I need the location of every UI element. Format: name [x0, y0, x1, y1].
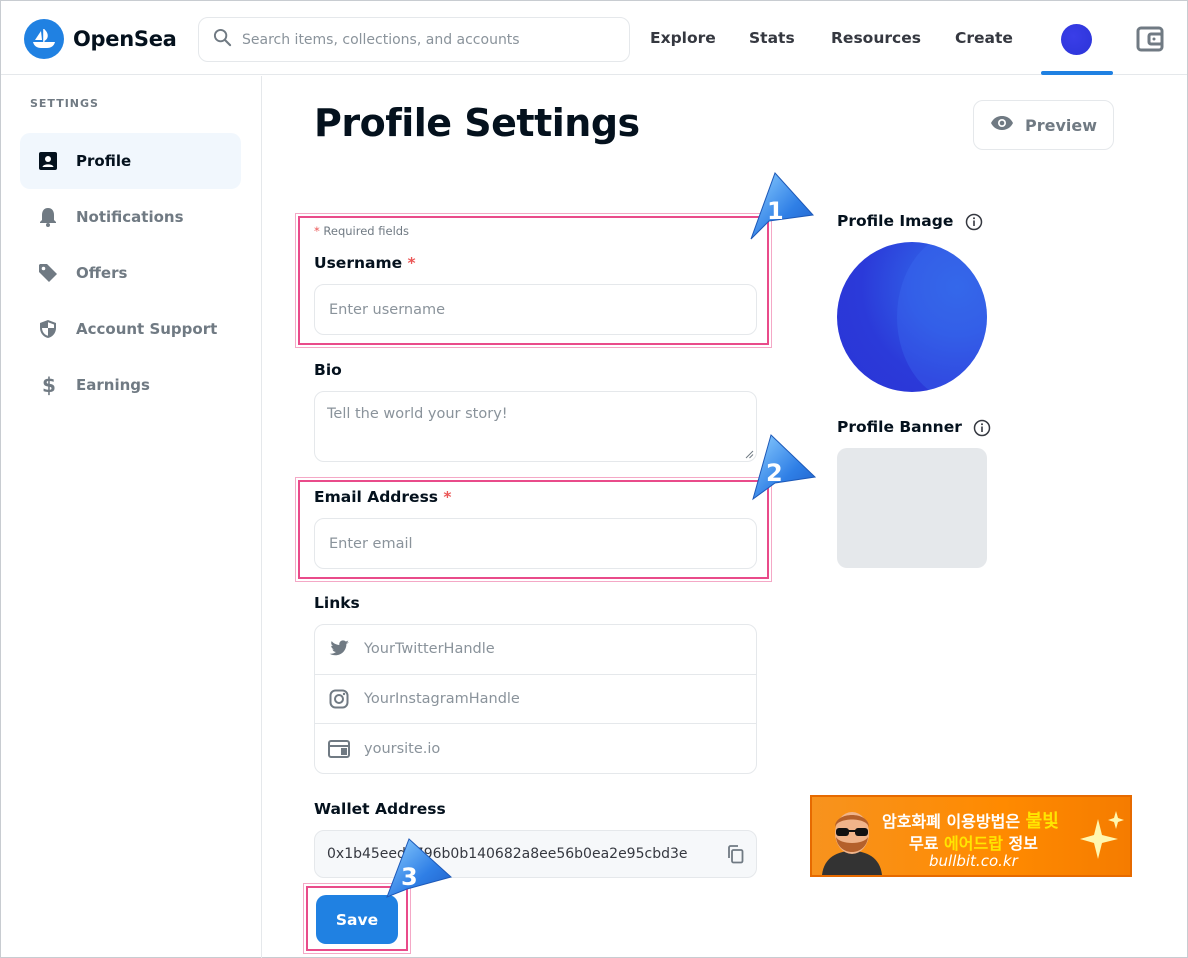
search-bar[interactable] [198, 17, 630, 62]
svg-text:$: $ [42, 374, 55, 396]
nav-stats[interactable]: Stats [749, 29, 795, 47]
bearded-man-icon [822, 812, 882, 875]
sidebar-item-label: Earnings [76, 376, 150, 394]
top-header: OpenSea Explore Stats Resources Create [1, 1, 1187, 75]
active-nav-indicator [1041, 71, 1113, 75]
callout-arrow-2: 2 [752, 434, 817, 501]
sidebar-item-label: Notifications [76, 208, 184, 226]
account-avatar[interactable] [1061, 24, 1092, 55]
logo-text: OpenSea [73, 27, 177, 51]
twitter-placeholder: YourTwitterHandle [364, 641, 495, 658]
callout-number: 1 [767, 197, 784, 225]
callout-number: 2 [766, 459, 783, 487]
sidebar-item-notifications[interactable]: Notifications [20, 189, 241, 245]
annotation-box-email [295, 477, 772, 582]
twitter-link-row[interactable]: YourTwitterHandle [315, 625, 756, 675]
bell-icon [38, 207, 58, 227]
info-icon[interactable] [973, 419, 991, 437]
bio-field[interactable] [314, 391, 757, 462]
profile-card-icon [38, 151, 58, 171]
dollar-icon: $ [38, 374, 58, 396]
nav-explore[interactable]: Explore [650, 29, 716, 47]
sidebar-item-profile[interactable]: Profile [20, 133, 241, 189]
sidebar-item-label: Offers [76, 264, 128, 282]
tag-icon [38, 263, 58, 283]
instagram-icon [328, 689, 350, 709]
settings-sidebar: SETTINGS Profile Notifications Offers Ac… [1, 76, 262, 958]
callout-arrow-1: 1 [750, 172, 815, 240]
callout-number: 3 [401, 863, 418, 891]
copy-icon[interactable] [727, 845, 744, 868]
search-icon [213, 28, 232, 51]
twitter-icon [328, 640, 350, 658]
instagram-placeholder: YourInstagramHandle [364, 690, 520, 707]
profile-image-upload[interactable] [837, 242, 987, 392]
annotation-box-username [295, 213, 772, 348]
profile-banner-label: Profile Banner [837, 418, 991, 437]
info-icon[interactable] [965, 213, 983, 231]
preview-button[interactable]: Preview [973, 100, 1114, 150]
wallet-address-label: Wallet Address [314, 800, 446, 818]
opensea-ship-icon [24, 19, 64, 59]
sidebar-heading: SETTINGS [30, 97, 99, 110]
callout-arrow-3: 3 [386, 838, 453, 898]
sidebar-item-label: Account Support [76, 320, 218, 338]
bio-label: Bio [314, 361, 342, 379]
sidebar-item-label: Profile [76, 152, 132, 170]
instagram-link-row[interactable]: YourInstagramHandle [315, 675, 756, 724]
sparkle-icon [1080, 811, 1124, 859]
page-title: Profile Settings [314, 101, 640, 145]
ad-subline: 무료 에어드랍 정보 [909, 834, 1038, 853]
profile-image-label: Profile Image [837, 212, 983, 231]
shield-icon [38, 319, 58, 339]
website-icon [328, 739, 350, 758]
website-placeholder: yoursite.io [364, 740, 441, 757]
nav-create[interactable]: Create [955, 29, 1013, 47]
sidebar-item-account-support[interactable]: Account Support [20, 301, 241, 357]
wallet-address-field: 0x1b45eedb796b0b140682a8ee56b0ea2e95cbd3… [314, 830, 757, 878]
bullbit-ad-banner[interactable]: 암호화폐 이용방법은 불빛 무료 에어드랍 정보 bullbit.co.kr [810, 795, 1132, 877]
sidebar-item-earnings[interactable]: $ Earnings [20, 357, 241, 413]
opensea-logo[interactable]: OpenSea [24, 19, 177, 59]
links-group: YourTwitterHandle YourInstagramHandle yo… [314, 624, 757, 774]
bio-textarea[interactable] [327, 406, 744, 450]
sidebar-item-offers[interactable]: Offers [20, 245, 241, 301]
ad-url: bullbit.co.kr [929, 852, 1018, 870]
links-label: Links [314, 594, 360, 612]
profile-banner-upload[interactable] [837, 448, 987, 568]
nav-resources[interactable]: Resources [831, 29, 921, 47]
eye-icon [990, 115, 1014, 135]
search-input[interactable] [242, 31, 622, 48]
website-link-row[interactable]: yoursite.io [315, 724, 756, 774]
wallet-icon[interactable] [1136, 26, 1164, 56]
wallet-address-value: 0x1b45eedb796b0b140682a8ee56b0ea2e95cbd3… [327, 846, 688, 862]
preview-label: Preview [1024, 115, 1097, 135]
